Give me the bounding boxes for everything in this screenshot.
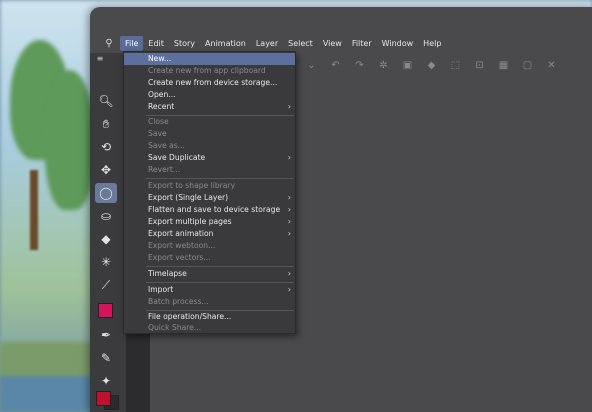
app-logo-icon[interactable]: ⚲ xyxy=(98,38,120,49)
undo-icon[interactable]: ↶ xyxy=(327,60,344,71)
rotate-icon[interactable]: ⟲ xyxy=(95,137,117,157)
pen-icon[interactable]: ✒ xyxy=(95,325,117,345)
menu-item-timelapse[interactable]: Timelapse › xyxy=(124,268,295,280)
background-tree xyxy=(45,70,95,210)
layer-copy-icon[interactable]: ▣ xyxy=(399,60,416,71)
menu-item-close[interactable]: Close xyxy=(124,116,295,128)
menu-item-batch-process[interactable]: Batch process... xyxy=(124,296,295,308)
eraser-icon[interactable]: ◆ xyxy=(95,229,117,249)
crop-icon[interactable]: ⊡ xyxy=(471,60,488,71)
menu-animation[interactable]: Animation xyxy=(200,36,251,51)
menu-separator xyxy=(146,266,294,267)
hand-icon[interactable]: ✋︎ xyxy=(95,114,117,134)
menu-layer[interactable]: Layer xyxy=(251,36,283,51)
menubar: ⚲ File Edit Story Animation Layer Select… xyxy=(90,36,592,51)
file-menu-dropdown: New... Create new from app clipboard Cre… xyxy=(123,51,296,334)
menu-filter[interactable]: Filter xyxy=(347,36,377,51)
sparkle-icon[interactable]: ✦ xyxy=(95,371,117,391)
menu-select[interactable]: Select xyxy=(283,36,318,51)
chevron-down-icon[interactable]: ⌄ xyxy=(303,60,320,71)
eyedropper-icon[interactable]: ⟋ xyxy=(95,275,117,295)
menu-item-export-animation[interactable]: Export animation › xyxy=(124,228,295,240)
bucket-icon[interactable]: ⛀ xyxy=(95,206,117,226)
lasso-icon[interactable]: ◯ xyxy=(95,183,117,203)
magic-wand-icon[interactable]: ✳ xyxy=(95,252,117,272)
color-swatch[interactable] xyxy=(98,303,113,318)
background-trunk xyxy=(30,170,38,250)
menu-story[interactable]: Story xyxy=(169,36,200,51)
menu-item-export-shape-library[interactable]: Export to shape library xyxy=(124,180,295,192)
close-icon[interactable]: ✕ xyxy=(543,60,560,71)
menu-edit[interactable]: Edit xyxy=(143,36,169,51)
menu-item-create-from-storage[interactable]: Create new from device storage... xyxy=(124,77,295,89)
transform-icon[interactable]: ⬚ xyxy=(447,60,464,71)
zoom-icon[interactable]: 🔍︎ xyxy=(95,91,117,111)
menu-item-recent[interactable]: Recent › xyxy=(124,101,295,113)
chevron-right-icon: › xyxy=(287,205,291,214)
brush-icon[interactable]: ✎ xyxy=(95,348,117,368)
menu-item-quick-share[interactable]: Quick Share... xyxy=(124,322,295,334)
expand-icon[interactable]: ≡ xyxy=(94,53,106,65)
select-all-icon[interactable]: ▦ xyxy=(495,60,512,71)
menu-item-save-as[interactable]: Save as... xyxy=(124,140,295,152)
menu-item-create-from-clipboard[interactable]: Create new from app clipboard xyxy=(124,65,295,77)
gear-icon[interactable]: ✲ xyxy=(375,60,392,71)
menu-help[interactable]: Help xyxy=(418,36,446,51)
move-icon[interactable]: ✥ xyxy=(95,160,117,180)
menu-item-open[interactable]: Open... xyxy=(124,89,295,101)
redo-icon[interactable]: ↷ xyxy=(351,60,368,71)
menu-separator xyxy=(146,282,294,283)
menu-item-new[interactable]: New... xyxy=(124,53,295,65)
chevron-right-icon: › xyxy=(287,217,291,226)
menu-item-export-single-layer[interactable]: Export (Single Layer) › xyxy=(124,192,295,204)
chevron-right-icon: › xyxy=(287,285,291,294)
chevron-right-icon: › xyxy=(287,153,291,162)
menu-item-export-vectors[interactable]: Export vectors... xyxy=(124,252,295,264)
menu-view[interactable]: View xyxy=(318,36,347,51)
menu-window[interactable]: Window xyxy=(377,36,419,51)
menu-item-save-duplicate[interactable]: Save Duplicate › xyxy=(124,152,295,164)
chevron-right-icon: › xyxy=(287,193,291,202)
menu-item-revert[interactable]: Revert... xyxy=(124,164,295,176)
menu-item-export-multiple-pages[interactable]: Export multiple pages › xyxy=(124,216,295,228)
menu-item-export-webtoon[interactable]: Export webtoon... xyxy=(124,240,295,252)
menu-item-save[interactable]: Save xyxy=(124,128,295,140)
chevron-right-icon: › xyxy=(287,269,291,278)
chevron-right-icon: › xyxy=(287,229,291,238)
foreground-color-swatch[interactable] xyxy=(96,391,111,406)
fill-icon[interactable]: ◆ xyxy=(423,60,440,71)
tool-palette: ≡ 🔍︎ ✋︎ ⟲ ✥ ◯ ⛀ ◆ ✳ ⟋ ✒ ✎ ✦ xyxy=(90,53,126,412)
chevron-right-icon: › xyxy=(287,102,291,111)
deselect-icon[interactable]: ▢ xyxy=(519,60,536,71)
menu-separator xyxy=(146,178,294,179)
menu-item-flatten-save[interactable]: Flatten and save to device storage › xyxy=(124,204,295,216)
menu-item-import[interactable]: Import › xyxy=(124,284,295,296)
menu-file[interactable]: File xyxy=(120,36,144,51)
command-bar: ⌄ ↶ ↷ ✲ ▣ ◆ ⬚ ⊡ ▦ ▢ ✕ xyxy=(295,53,592,77)
